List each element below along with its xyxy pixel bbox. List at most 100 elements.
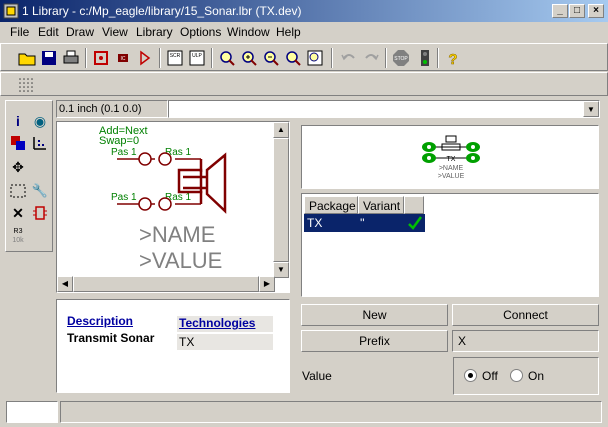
parameter-toolbar — [0, 72, 608, 96]
connect-button[interactable]: Connect — [452, 304, 599, 326]
technology-value: TX — [177, 334, 273, 350]
package-variant-table: Package Variant TX '' — [301, 193, 599, 297]
symbol-name-text: >NAME — [139, 222, 215, 247]
canvas-horizontal-scrollbar[interactable]: ◀ ▶ — [57, 276, 275, 292]
symbol-value-text: >VALUE — [139, 248, 222, 273]
package-icon[interactable]: IC — [113, 48, 133, 68]
technologies-header: Technologies — [177, 316, 273, 332]
prefix-button[interactable]: Prefix — [301, 330, 448, 352]
value-off-radio[interactable] — [464, 369, 477, 382]
title-bar: 1 Library - c:/Mp_eagle/library/15_Sonar… — [0, 0, 608, 22]
status-indicator — [6, 401, 58, 423]
table-row[interactable]: TX '' — [304, 214, 425, 232]
value-radio-group: Off On — [453, 357, 599, 395]
empty-column-header — [404, 196, 424, 214]
prefix-field: X — [452, 330, 599, 352]
svg-text:IC: IC — [121, 56, 126, 62]
command-line-input[interactable]: ▼ — [168, 100, 600, 118]
go-icon[interactable] — [415, 48, 435, 68]
grid-icon[interactable] — [17, 76, 35, 94]
minimize-button[interactable]: _ — [552, 4, 568, 18]
svg-text:10k: 10k — [12, 237, 24, 244]
menu-draw[interactable]: Draw — [66, 25, 94, 39]
script-icon[interactable]: SCR — [165, 48, 185, 68]
wrench-icon[interactable]: 🔧 — [30, 181, 50, 201]
value-off-label[interactable]: Off — [482, 369, 498, 383]
name-value-icon[interactable]: R310k — [8, 225, 28, 245]
attr-swap-text: Swap=0 — [99, 135, 139, 147]
menu-bar: File Edit Draw View Library Options Wind… — [0, 22, 608, 42]
row-package-cell: TX — [307, 216, 323, 230]
menu-file[interactable]: File — [10, 25, 29, 39]
preview-name-label: >NAME — [439, 165, 464, 172]
menu-help[interactable]: Help — [276, 25, 301, 39]
redo-icon[interactable] — [361, 48, 381, 68]
scroll-left-button[interactable]: ◀ — [57, 276, 73, 292]
svg-text:ULP: ULP — [192, 53, 202, 59]
description-panel: Description Transmit Sonar Technologies … — [56, 299, 290, 393]
maximize-button[interactable]: □ — [569, 4, 585, 18]
scroll-up-button[interactable]: ▲ — [273, 122, 289, 138]
description-link[interactable]: Description — [67, 314, 133, 328]
delete-icon[interactable]: ✕ — [8, 203, 28, 223]
move-icon[interactable]: ✥ — [8, 157, 28, 177]
zoom-redraw-icon[interactable] — [283, 48, 303, 68]
row-variant-cell: '' — [360, 216, 365, 230]
save-icon[interactable] — [39, 48, 59, 68]
close-button[interactable]: × — [588, 4, 604, 18]
menu-library[interactable]: Library — [136, 25, 173, 39]
menu-view[interactable]: View — [102, 25, 128, 39]
show-eye-icon[interactable]: ◉ — [30, 111, 50, 131]
print-icon[interactable] — [61, 48, 81, 68]
window-title: 1 Library - c:/Mp_eagle/library/15_Sonar… — [22, 4, 302, 18]
stop-icon[interactable]: STOP — [391, 48, 411, 68]
mark-icon[interactable] — [30, 133, 50, 153]
menu-options[interactable]: Options — [180, 25, 221, 39]
zoom-select-icon[interactable] — [305, 48, 325, 68]
technologies-link[interactable]: Technologies — [179, 316, 255, 330]
ulp-icon[interactable]: ULP — [187, 48, 207, 68]
svg-text:?: ? — [448, 51, 457, 68]
display-layers-icon[interactable] — [8, 133, 28, 153]
pin-label-top-left: Pas 1 — [111, 147, 137, 158]
vertical-scroll-thumb[interactable] — [273, 138, 289, 262]
menu-window[interactable]: Window — [227, 25, 270, 39]
zoom-in-icon[interactable] — [239, 48, 259, 68]
coordinate-display: 0.1 inch (0.1 0.0) — [56, 100, 168, 118]
board-icon[interactable] — [91, 48, 111, 68]
open-folder-icon[interactable] — [17, 48, 37, 68]
status-bar — [0, 399, 608, 427]
scroll-down-button[interactable]: ▼ — [273, 262, 289, 278]
device-symbol: Add=Next Swap=0 Pas 1 Ras 1 Pas 1 Ras 1 … — [99, 125, 227, 273]
scroll-right-button[interactable]: ▶ — [259, 276, 275, 292]
svg-text:R3: R3 — [14, 228, 23, 235]
group-icon[interactable] — [8, 181, 28, 201]
main-toolbar: IC SCR ULP STOP ? — [0, 43, 608, 71]
svg-text:STOP: STOP — [394, 56, 408, 62]
zoom-fit-icon[interactable] — [217, 48, 237, 68]
package-preview: TX >NAME >VALUE — [301, 125, 599, 189]
add-part-icon[interactable] — [30, 203, 50, 223]
eagle-app-icon — [3, 3, 19, 19]
package-column-header[interactable]: Package — [304, 196, 358, 214]
command-toolbar: i ◉ ✥ 🔧 ✕ R3 10k — [5, 100, 53, 252]
preview-pkg-label: TX — [447, 156, 456, 163]
new-button[interactable]: New — [301, 304, 448, 326]
value-on-label[interactable]: On — [528, 369, 544, 383]
info-icon[interactable]: i — [8, 111, 28, 131]
command-history-dropdown[interactable]: ▼ — [583, 101, 599, 117]
svg-text:SCR: SCR — [170, 53, 181, 59]
menu-edit[interactable]: Edit — [38, 25, 59, 39]
variant-column-header[interactable]: Variant — [358, 196, 404, 214]
pin-label-bottom-left: Pas 1 — [111, 192, 137, 203]
preview-value-label: >VALUE — [438, 173, 465, 180]
undo-icon[interactable] — [339, 48, 359, 68]
zoom-out-icon[interactable] — [261, 48, 281, 68]
value-on-radio[interactable] — [510, 369, 523, 382]
horizontal-scroll-thumb[interactable] — [73, 276, 259, 292]
symbol-canvas[interactable]: Add=Next Swap=0 Pas 1 Ras 1 Pas 1 Ras 1 … — [56, 121, 290, 293]
status-message — [60, 401, 602, 423]
symbol-icon[interactable] — [135, 48, 155, 68]
help-question-icon[interactable]: ? — [443, 48, 463, 68]
canvas-vertical-scrollbar[interactable]: ▲ ▼ — [273, 122, 289, 278]
